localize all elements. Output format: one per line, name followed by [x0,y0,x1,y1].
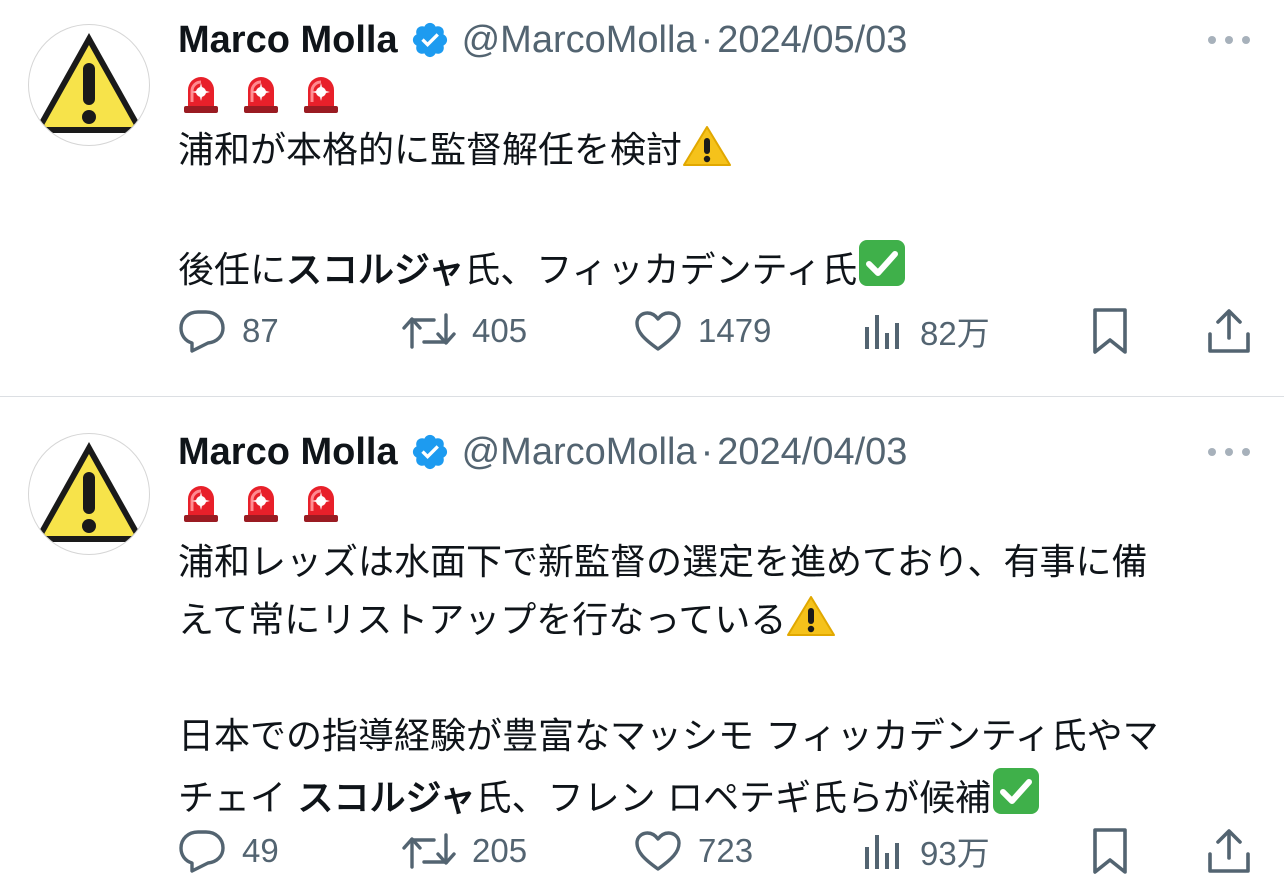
like-button[interactable]: 1479 [634,301,771,361]
bold-text: スコルジャ [286,250,465,291]
reply-count: 49 [242,832,279,869]
retweet-count: 405 [472,312,528,349]
avatar[interactable] [28,433,150,555]
share-button[interactable] [1207,821,1251,881]
bookmark-icon [1090,307,1130,355]
verified-badge-icon [410,432,450,472]
avatar[interactable] [28,24,150,146]
views-icon [862,831,904,871]
tweet-text: 浦和レッズは水面下で新監督の選定を進めており、有事に備 えて常にリストアップを行な… [178,534,1268,824]
views-button[interactable]: 93万 [862,821,990,881]
warning-emoji-icon [786,596,836,641]
reply-button[interactable]: 49 [178,821,279,881]
retweet-icon [402,831,456,871]
siren-emoji-icon [242,481,280,523]
reply-count: 87 [242,312,279,349]
retweet-count: 205 [472,832,528,869]
bold-text: スコルジャ [297,778,476,819]
more-options-icon[interactable] [1208,446,1250,458]
siren-emoji-icon [302,72,340,114]
tweet-divider [0,396,1284,397]
siren-emoji-icon [242,72,280,114]
like-count: 723 [698,832,754,869]
siren-emoji-row [182,481,340,523]
text-segment: 浦和レッズは水面下で新監督の選定を進めており、有事に備 [178,542,1148,583]
action-bar: 49 205 723 93万 [0,821,1284,881]
author-handle[interactable]: @MarcoMolla [462,431,697,474]
text-line: チェイ スコルジャ氏、フレン ロペテギ氏らが候補 [178,766,1268,824]
tweet-date[interactable]: 2024/04/03 [717,431,907,474]
bookmark-icon [1090,827,1130,875]
siren-emoji-row [182,72,340,114]
view-count: 82万 [920,315,990,352]
views-button[interactable]: 82万 [862,301,990,361]
author-name[interactable]: Marco Molla [178,431,398,474]
share-icon [1207,827,1251,875]
text-segment: えて常にリストアップを行なっている [178,600,787,641]
tweet[interactable]: Marco Molla @MarcoMolla · 2024/05/03 浦和が本格的に… [0,0,1284,396]
text-segment: チェイ [178,778,298,819]
author-handle[interactable]: @MarcoMolla [462,19,697,62]
share-icon [1207,307,1251,355]
tweet-date[interactable]: 2024/05/03 [717,19,907,62]
reply-button[interactable]: 87 [178,301,279,361]
action-bar: 87 405 1479 82万 [0,301,1284,361]
tweet[interactable]: Marco Molla @MarcoMolla · 2024/04/03 浦和レッズは水… [0,397,1284,893]
reply-icon [178,309,226,353]
bookmark-button[interactable] [1090,301,1130,361]
verified-badge-icon [410,20,450,60]
warning-emoji-icon [682,126,732,171]
view-count: 93万 [920,835,990,872]
like-icon [634,310,682,352]
text-segment: 氏、フレン ロペテギ氏らが候補 [475,778,992,819]
views-icon [862,311,904,351]
tweet-text: 浦和が本格的に監督解任を検討 後任にスコルジャ氏、フィッカデンティ氏 [178,122,1268,296]
share-button[interactable] [1207,301,1251,361]
like-button[interactable]: 723 [634,821,753,881]
retweet-icon [402,311,456,351]
retweet-button[interactable]: 205 [402,821,527,881]
author-name[interactable]: Marco Molla [178,19,398,62]
like-count: 1479 [698,312,772,349]
reply-icon [178,829,226,873]
siren-emoji-icon [182,72,220,114]
text-line: 後任にスコルジャ氏、フィッカデンティ氏 [178,238,1268,296]
retweet-button[interactable]: 405 [402,301,527,361]
text-segment: 日本での指導経験が豊富なマッシモ フィッカデンティ氏やマ [178,716,1159,757]
text-line: 浦和が本格的に監督解任を検討 [178,122,1268,180]
text-line: 日本での指導経験が豊富なマッシモ フィッカデンティ氏やマ [178,708,1268,766]
tweet-header: Marco Molla @MarcoMolla · 2024/04/03 [178,427,907,477]
check-emoji-icon [857,240,907,291]
text-segment: 浦和が本格的に監督解任を検討 [178,130,683,171]
siren-emoji-icon [302,481,340,523]
check-emoji-icon [991,768,1041,819]
text-segment: 後任に [178,250,287,291]
tweet-header: Marco Molla @MarcoMolla · 2024/05/03 [178,15,907,65]
like-icon [634,830,682,872]
bookmark-button[interactable] [1090,821,1130,881]
text-line: えて常にリストアップを行なっている [178,592,1268,650]
separator-dot: · [700,18,714,61]
more-options-icon[interactable] [1208,34,1250,46]
separator-dot: · [700,430,714,473]
text-segment: 氏、フィッカデンティ氏 [464,250,858,291]
siren-emoji-icon [182,481,220,523]
text-line: 浦和レッズは水面下で新監督の選定を進めており、有事に備 [178,534,1268,592]
